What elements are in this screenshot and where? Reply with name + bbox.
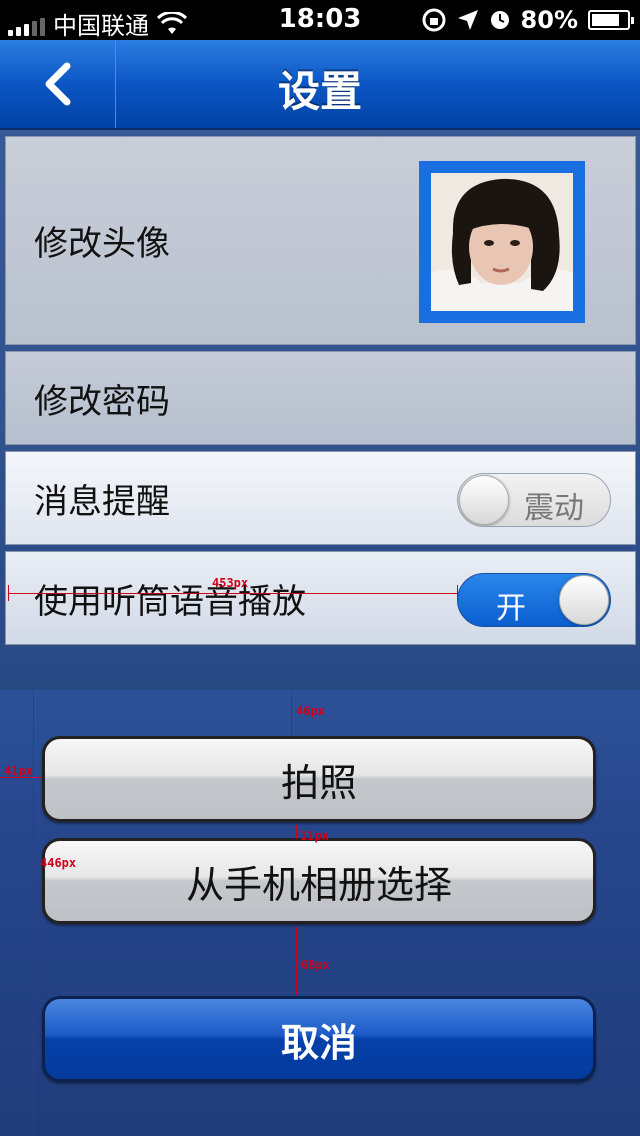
settings-row-avatar[interactable]: 修改头像 — [5, 136, 636, 345]
alarm-icon — [490, 11, 509, 29]
earpiece-toggle-knob — [559, 575, 609, 625]
earpiece-toggle-text: 开 — [496, 591, 526, 626]
page-title: 设置 — [277, 67, 362, 116]
status-bar: 中国联通 18:03 80% — [0, 0, 640, 40]
annotation-line-11 — [296, 825, 297, 839]
vibrate-toggle[interactable]: 震动 — [457, 473, 611, 527]
battery-fill — [592, 14, 620, 26]
annotation-line-68 — [296, 927, 297, 995]
vibrate-toggle-text: 震动 — [524, 491, 584, 526]
action-sheet: 拍照 从手机相册选择 取消 — [0, 690, 640, 1136]
avatar[interactable] — [419, 161, 585, 323]
annotation-41: 41px — [4, 764, 33, 778]
battery-icon — [588, 10, 634, 30]
screen: 中国联通 18:03 80% 设置 修改头像 修改密码 消息提醒 震动 使用听筒… — [0, 0, 640, 1136]
location-icon — [457, 10, 478, 30]
annotation-46: 46px — [296, 704, 325, 718]
annotation-line-446 — [33, 690, 34, 1136]
annotation-11: 11px — [300, 829, 329, 843]
battery-percent: 80% — [520, 6, 578, 34]
password-row-label: 修改密码 — [34, 381, 170, 422]
settings-row-notification: 消息提醒 震动 — [5, 451, 636, 545]
earpiece-toggle[interactable]: 开 — [457, 573, 611, 627]
choose-album-button[interactable]: 从手机相册选择 — [42, 838, 596, 924]
settings-row-password[interactable]: 修改密码 — [5, 351, 636, 445]
rotation-lock-icon — [422, 8, 446, 32]
nav-bar: 设置 — [0, 40, 640, 130]
avatar-row-label: 修改头像 — [34, 224, 170, 264]
earpiece-row-label: 使用听筒语音播放 — [34, 581, 306, 622]
annotation-453: 453px — [212, 576, 249, 590]
annotation-446: 446px — [40, 856, 77, 870]
annotation-tick-left — [8, 585, 9, 601]
notification-row-label: 消息提醒 — [34, 481, 170, 522]
status-right: 80% — [421, 6, 634, 34]
take-photo-button[interactable]: 拍照 — [42, 736, 596, 822]
cancel-button[interactable]: 取消 — [42, 996, 596, 1082]
annotation-68: 68px — [301, 958, 330, 972]
annotation-line-453 — [8, 593, 458, 594]
settings-row-earpiece: 使用听筒语音播放 开 — [5, 551, 636, 645]
vibrate-toggle-knob — [459, 475, 509, 525]
annotation-line-46 — [291, 690, 292, 736]
avatar-photo — [431, 173, 573, 311]
annotation-tick-right — [457, 585, 458, 601]
